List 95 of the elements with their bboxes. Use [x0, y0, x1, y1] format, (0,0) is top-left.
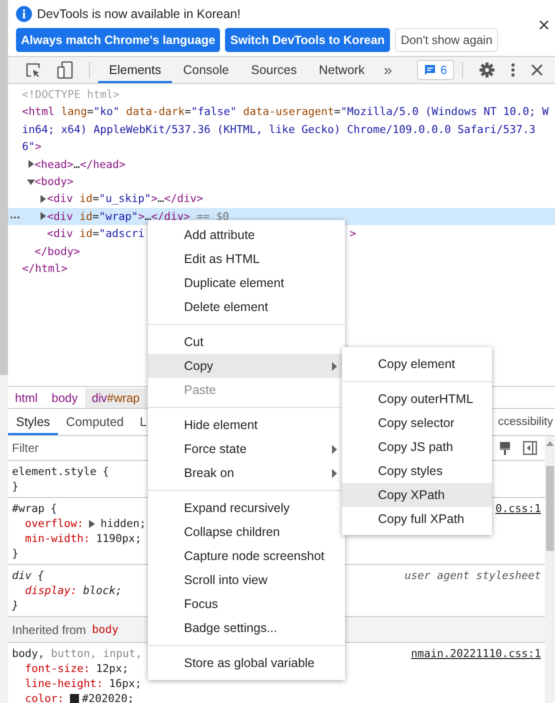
panel-tab[interactable]: Elements: [98, 57, 172, 83]
css-selector: element.style: [12, 464, 97, 479]
scrollbar[interactable]: [0, 0, 8, 703]
menu-item[interactable]: Copy full XPath: [342, 507, 492, 531]
panel-tab[interactable]: Sources: [240, 57, 308, 83]
menu-icon[interactable]: [511, 63, 515, 77]
css-property-value[interactable]: 12px;: [96, 661, 129, 676]
infobar-button[interactable]: Always match Chrome's language: [16, 28, 220, 52]
menu-item[interactable]: Badge settings...: [148, 616, 345, 640]
css-selector: #wrap: [12, 501, 45, 516]
disclosure-triangle-icon[interactable]: [39, 212, 47, 220]
css-property-value[interactable]: 1190px;: [96, 531, 142, 546]
menu-item[interactable]: Copy selector: [342, 411, 492, 435]
disclosure-triangle-icon[interactable]: [26, 160, 34, 168]
menu-item[interactable]: Break on: [148, 461, 345, 485]
css-property-value[interactable]: 16px;: [109, 676, 142, 691]
css-property-name[interactable]: font-size:: [25, 661, 90, 676]
css-property-name[interactable]: min-width:: [25, 531, 90, 546]
html-source-line[interactable]: <div id="u_skip">…</div>: [47, 190, 204, 208]
breadcrumb[interactable]: div#wrap: [84, 388, 147, 408]
css-property-value[interactable]: hidden;: [100, 516, 146, 531]
html-source-line[interactable]: <div id="wrap">…</div> == $0: [47, 208, 230, 226]
css-selector: div: [12, 568, 32, 583]
disclosure-triangle-icon[interactable]: [39, 194, 47, 203]
css-brace: }: [12, 598, 19, 613]
css-selector: body, button, input,: [12, 646, 142, 661]
more-icon[interactable]: [10, 216, 20, 219]
menu-item[interactable]: Cut: [148, 330, 345, 354]
css-property-name[interactable]: line-height:: [25, 676, 104, 691]
stylesheet-link[interactable]: 0.css:1: [495, 501, 541, 516]
menu-item[interactable]: Force state: [148, 437, 345, 461]
inherited-label: Inherited from: [12, 622, 86, 636]
menu-item[interactable]: Scroll into view: [148, 568, 345, 592]
css-property-name[interactable]: overflow:: [25, 516, 84, 531]
panel-tab[interactable]: Network: [308, 57, 376, 83]
css-property-name[interactable]: display:: [25, 583, 78, 598]
stylesheet-link[interactable]: nmain.20221110.css:1: [410, 646, 541, 661]
paint-brush-icon[interactable]: [499, 441, 511, 455]
settings-icon[interactable]: [479, 62, 495, 78]
menu-item[interactable]: Collapse children: [148, 520, 345, 544]
menu-item[interactable]: Edit as HTML: [148, 247, 345, 271]
selected-tree-row[interactable]: <div id="wrap">…</div> == $0: [8, 208, 555, 226]
html-source-line[interactable]: <html lang="ko" data-dark="false" data-useragent="Mozilla/5.0 (Windows NT 10.0; Win64; x64) AppleWebKit/537.36 (KHTML, like Gecko) Chrome/109.0.0.0 Safari/537.36">: [22, 103, 555, 156]
css-property-value[interactable]: block;: [83, 583, 122, 598]
css-brace: {: [50, 501, 58, 516]
css-brace: }: [12, 479, 19, 494]
scrollbar[interactable]: [545, 436, 555, 703]
color-swatch[interactable]: [70, 694, 80, 703]
close-icon[interactable]: [539, 20, 549, 30]
menu-item[interactable]: Add attribute: [148, 223, 345, 247]
sidebar-toggle-icon[interactable]: [523, 441, 537, 455]
menu-item[interactable]: Copy XPath: [342, 483, 492, 507]
menu-item[interactable]: Copy: [148, 354, 345, 378]
expand-triangle-icon[interactable]: [88, 520, 95, 528]
menu-item[interactable]: Delete element: [148, 295, 345, 319]
disclosure-triangle-icon[interactable]: [26, 178, 34, 186]
css-brace: {: [102, 464, 110, 479]
css-brace: }: [12, 546, 19, 561]
css-property-name[interactable]: color:: [25, 691, 64, 703]
stylesheet-origin: user agent stylesheet: [404, 568, 541, 583]
message-icon: [424, 64, 436, 76]
breadcrumb[interactable]: html: [8, 388, 45, 408]
menu-item[interactable]: Copy outerHTML: [342, 387, 492, 411]
html-source-line[interactable]: </html>: [22, 260, 68, 278]
menu-item[interactable]: Copy element: [342, 352, 492, 376]
breadcrumb[interactable]: body: [44, 388, 85, 408]
inspect-icon[interactable]: [25, 62, 41, 78]
menu-item[interactable]: Duplicate element: [148, 271, 345, 295]
menu-item[interactable]: Hide element: [148, 413, 345, 437]
inherited-element-link[interactable]: body: [92, 623, 119, 636]
close-icon[interactable]: [531, 64, 543, 76]
infobar-button[interactable]: Switch DevTools to Korean: [225, 28, 390, 52]
menu-item[interactable]: Copy JS path: [342, 435, 492, 459]
html-source-fragment: >: [350, 226, 356, 242]
sidebar-tab[interactable]: ccessibility: [498, 409, 555, 435]
issues-count: 6: [440, 63, 447, 77]
menu-item[interactable]: Focus: [148, 592, 345, 616]
html-source-line[interactable]: <head>…</head>: [34, 156, 126, 174]
sidebar-tab[interactable]: Computed: [58, 409, 132, 435]
menu-item[interactable]: Copy styles: [342, 459, 492, 483]
device-icon[interactable]: [57, 61, 73, 79]
menu-item[interactable]: Capture node screenshot: [148, 544, 345, 568]
html-source-line[interactable]: <body>: [34, 173, 74, 190]
info-message: DevTools is now available in Korean!: [37, 7, 241, 21]
menu-item[interactable]: Store as global variable: [148, 651, 345, 675]
more-tabs-button[interactable]: »: [376, 62, 400, 78]
css-brace: {: [38, 568, 44, 583]
panel-tab[interactable]: Console: [172, 57, 240, 83]
info-icon: [16, 6, 32, 22]
issues-badge[interactable]: 6: [417, 60, 454, 80]
menu-item[interactable]: Expand recursively: [148, 496, 345, 520]
sidebar-tab[interactable]: Styles: [8, 409, 58, 435]
html-source-line[interactable]: </body>: [34, 242, 80, 260]
infobar-button[interactable]: Don't show again: [394, 28, 498, 52]
html-source-line[interactable]: <div id="adscri: [47, 225, 145, 243]
